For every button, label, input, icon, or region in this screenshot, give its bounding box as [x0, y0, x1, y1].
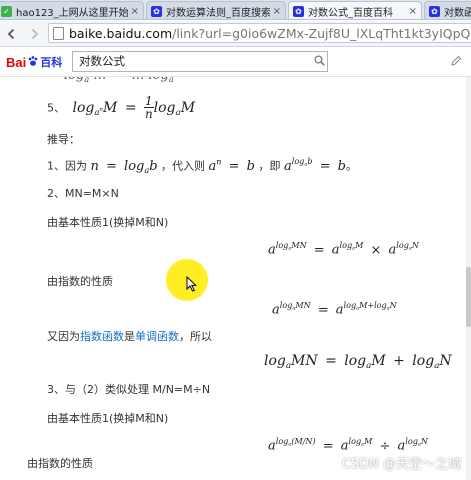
step-1-mid: ，代入则	[161, 159, 206, 173]
url-host: baike.baidu.com	[69, 25, 173, 41]
formula: loganM = 1 n logaM	[72, 94, 196, 121]
logo-text: Bai	[6, 54, 27, 70]
pencil-icon[interactable]	[450, 55, 462, 67]
navigation-bar: baike.baidu.com/link?url=g0io6wZMx-Zujf8…	[0, 21, 471, 47]
formula: n = logab	[90, 158, 158, 175]
also-suffix: ，所以	[179, 330, 212, 343]
tab-strip: ✓ hao123_上网从这里开始 × ✿ 对数运算法则_百度搜索 × ✿ 对数公…	[0, 0, 471, 20]
baidu-baike-logo[interactable]: Bai 百科	[6, 54, 62, 70]
close-icon[interactable]: ×	[131, 6, 139, 17]
tab-label: hao123_上网从这里开始	[16, 7, 128, 19]
logo-suffix: 百科	[40, 57, 63, 69]
exponent-prop-line-2: 由指数的性质	[27, 457, 93, 470]
derivation-label: 推导：	[47, 133, 80, 146]
formula: alogab = b	[283, 157, 346, 174]
article-content: loga … = … loga 5、 loganM = 1nlogaM 推导： …	[0, 77, 466, 480]
scrollbar[interactable]	[466, 77, 471, 480]
url-path: /link?url=g0io6wZMx-Zujf8U_lXLqTht1kt3yI…	[172, 25, 471, 41]
tab-label: 对数函	[444, 7, 471, 19]
page-icon	[53, 26, 64, 40]
baidu-paw-icon	[27, 55, 39, 70]
exponent-prop-line: 由指数的性质	[47, 275, 113, 288]
address-bar[interactable]: baike.baidu.com/link?url=g0io6wZMx-Zujf8…	[48, 23, 471, 43]
item-number: 5、	[47, 101, 65, 115]
close-icon[interactable]: ×	[273, 6, 281, 17]
step-1: 1、因为 n = logab ，代入则 an = b ，即 alogab = b…	[47, 157, 357, 174]
prop1-line-2: 由基本性质1(换掉M和N)	[47, 412, 169, 425]
forward-arrow-icon[interactable]	[24, 24, 44, 44]
baidu-paw-icon: ✿	[151, 5, 162, 17]
formula: alogaMN = alogaM+logaN	[272, 301, 397, 318]
link-monotonic-function[interactable]: 单调函数	[135, 330, 179, 343]
step-1-end: 。	[345, 159, 357, 173]
step-3-title: 3、与（2）类似处理 M/N=M÷N	[47, 383, 211, 396]
formula: aloga(M/N) = alogaM ÷ alogaN	[268, 437, 428, 454]
scrollbar-thumb[interactable]	[466, 267, 471, 327]
formula: an = b	[208, 157, 255, 174]
formula-item-5: 5、 loganM = 1 n logaM	[47, 95, 195, 120]
prop1-line: 由基本性质1(换掉M和N)	[47, 216, 169, 229]
tab-label: 对数公式_百度百科	[308, 8, 393, 19]
tab-baidu-search[interactable]: ✿ 对数运算法则_百度搜索 ×	[146, 1, 286, 19]
back-arrow-icon[interactable]	[2, 24, 22, 44]
formula-cutoff: loga … = … loga	[64, 77, 174, 84]
link-exponential-function[interactable]: 指数函数	[80, 330, 124, 343]
tab-baike-active[interactable]: ✿ 对数公式_百度百科 ×	[288, 1, 422, 19]
also-mid: 是	[124, 330, 135, 343]
tab-hao123[interactable]: ✓ hao123_上网从这里开始 ×	[0, 1, 144, 19]
search-icon[interactable]	[314, 55, 325, 66]
formula: alogaMN = alogaM × alogaN	[268, 241, 419, 258]
also-prefix: 又因为	[47, 330, 80, 343]
baidu-paw-icon: ✿	[293, 6, 304, 17]
baike-search-bar: Bai 百科 对数公式	[0, 47, 471, 77]
tab-baike-other[interactable]: ✿ 对数函	[424, 1, 471, 19]
monotonic-line: 又因为指数函数是单调函数，所以	[47, 328, 212, 344]
watermark: CSDN @天空～之城	[341, 457, 461, 472]
hao123-icon: ✓	[1, 5, 12, 17]
step-1-mid-2: ，即	[258, 159, 281, 173]
mouse-cursor-icon	[186, 276, 197, 292]
tab-label: 对数运算法则_百度搜索	[166, 7, 270, 19]
step-1-prefix: 1、因为	[47, 159, 87, 173]
close-icon[interactable]: ×	[409, 6, 417, 17]
formula: logaMN = logaM + logaN	[264, 353, 452, 372]
search-input[interactable]: 对数公式	[72, 51, 328, 72]
step-2-title: 2、MN=M×N	[47, 187, 119, 200]
baidu-paw-icon: ✿	[429, 5, 440, 17]
